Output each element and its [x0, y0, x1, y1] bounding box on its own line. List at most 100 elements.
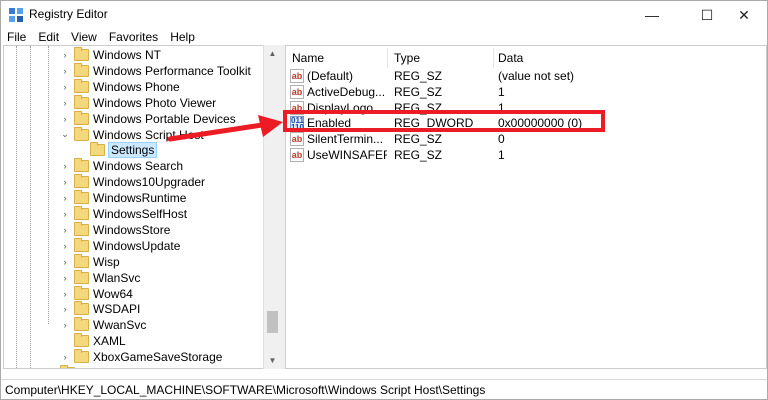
- tree-item[interactable]: › Windows10Upgrader: [60, 174, 205, 190]
- registry-editor-window: Registry Editor — ☐ ✕ File Edit View Fav…: [0, 0, 768, 400]
- tree-item[interactable]: › WindowsUpdate: [60, 237, 181, 254]
- close-button[interactable]: ✕: [721, 1, 767, 29]
- minimize-button[interactable]: —: [629, 1, 675, 29]
- tree-expand-icon[interactable]: ›: [60, 270, 70, 286]
- column-header-type[interactable]: Type: [394, 50, 420, 66]
- value-name: ActiveDebug...: [307, 84, 386, 99]
- tree-expand-icon[interactable]: ›: [60, 63, 70, 79]
- tree-expand-icon[interactable]: ›: [60, 349, 70, 365]
- title-bar[interactable]: Registry Editor — ☐ ✕: [1, 1, 767, 29]
- value-type: REG_SZ: [394, 148, 443, 162]
- tree-expand-icon[interactable]: ›: [60, 158, 70, 174]
- tree-item[interactable]: › WindowsRuntime: [60, 190, 186, 206]
- folder-icon: [74, 349, 89, 364]
- folder-icon: [74, 237, 89, 252]
- value-type: REG_SZ: [394, 84, 443, 99]
- registry-editor-icon: [9, 8, 23, 22]
- value-row[interactable]: ab SilentTermin... REG_SZ 0: [286, 131, 766, 147]
- tree-item[interactable]: › WindowsStore: [60, 221, 171, 238]
- tree-expand-icon[interactable]: ⌄: [60, 127, 70, 143]
- tree-expand-icon[interactable]: ›: [60, 286, 70, 302]
- tree-expand-icon[interactable]: ›: [60, 238, 70, 254]
- folder-icon: [74, 94, 89, 109]
- tree-expand-icon[interactable]: ›: [60, 301, 70, 317]
- tree-scrollbar[interactable]: ▲ ▼: [263, 45, 280, 369]
- folder-icon: [74, 269, 89, 284]
- tree-item-label: Motorola Mobility: [79, 366, 170, 368]
- tree-item[interactable]: XAML: [60, 333, 126, 349]
- tree-expand-icon[interactable]: ›: [60, 111, 70, 127]
- values-list[interactable]: Name Type Data ab (Default) REG_SZ (value n…: [285, 45, 767, 369]
- tree-item[interactable]: › WindowsSelfHost: [60, 206, 187, 222]
- folder-icon: [90, 142, 105, 157]
- tree-expand-icon[interactable]: [76, 142, 86, 158]
- folder-icon: [74, 47, 89, 61]
- tree-item-label: Windows Search: [93, 159, 184, 174]
- folder-icon: [74, 253, 89, 268]
- tree-item-label: Windows Photo Viewer: [93, 95, 217, 110]
- folder-icon: [74, 317, 89, 332]
- tree-expand-icon[interactable]: ›: [60, 254, 70, 270]
- tree-item[interactable]: › Windows Search: [60, 158, 183, 174]
- annotation-highlight-box: [283, 110, 605, 132]
- tree-item[interactable]: › Windows Photo Viewer: [60, 94, 217, 111]
- value-row[interactable]: ab UseWINSAFER REG_SZ 1: [286, 147, 766, 163]
- tree-item[interactable]: › XboxGameSaveStorage: [60, 349, 222, 365]
- tree-item[interactable]: › Windows Phone: [60, 78, 180, 95]
- tree-item[interactable]: › Wisp: [60, 253, 120, 270]
- tree-item[interactable]: › Motorola Mobility: [46, 365, 170, 368]
- value-name: (Default): [307, 69, 354, 83]
- value-row[interactable]: ab ActiveDebug... REG_SZ 1: [286, 84, 766, 100]
- tree-expand-icon[interactable]: ›: [46, 365, 56, 368]
- folder-icon: [74, 174, 89, 189]
- column-divider[interactable]: [387, 48, 388, 68]
- tree-item-label: WindowsUpdate: [93, 238, 181, 253]
- folder-icon: [74, 62, 89, 77]
- folder-icon: [74, 110, 89, 125]
- folder-icon: [74, 206, 89, 220]
- tree-item-label: WindowsStore: [93, 222, 171, 237]
- value-data: 1: [498, 84, 505, 99]
- tree-expand-icon[interactable]: [60, 333, 70, 349]
- value-data: 1: [498, 148, 505, 162]
- tree-item[interactable]: › WSDAPI: [60, 301, 140, 317]
- folder-icon: [74, 333, 89, 348]
- tree-expand-icon[interactable]: ›: [60, 190, 70, 206]
- tree-expand-icon[interactable]: ›: [60, 206, 70, 222]
- column-divider[interactable]: [493, 48, 494, 68]
- tree-item[interactable]: › Wow64: [60, 285, 133, 302]
- scroll-up-icon[interactable]: ▲: [264, 45, 281, 62]
- folder-icon: [60, 365, 75, 368]
- tree-item[interactable]: › WlanSvc: [60, 269, 140, 286]
- tree-item[interactable]: › WwanSvc: [60, 317, 146, 333]
- tree-item[interactable]: › Windows Performance Toolkit: [60, 62, 251, 79]
- value-name: UseWINSAFER: [307, 148, 387, 162]
- value-name: SilentTermin...: [307, 132, 384, 147]
- value-type: REG_SZ: [394, 132, 443, 147]
- tree-expand-icon[interactable]: ›: [60, 317, 70, 333]
- scroll-thumb[interactable]: [267, 311, 278, 334]
- folder-icon: [74, 126, 89, 141]
- tree-item-label: Windows NT: [93, 48, 162, 62]
- tree-item-label: WindowsRuntime: [93, 191, 187, 206]
- tree-expand-icon[interactable]: ›: [60, 174, 70, 190]
- column-header-name[interactable]: Name: [292, 50, 324, 66]
- tree-expand-icon[interactable]: ›: [60, 222, 70, 238]
- tree-item-label: WSDAPI: [93, 302, 141, 317]
- tree-expand-icon[interactable]: ›: [60, 79, 70, 95]
- tree-expand-icon[interactable]: ›: [60, 95, 70, 111]
- folder-icon: [74, 78, 89, 93]
- tree-expand-icon[interactable]: ›: [60, 47, 70, 63]
- scroll-down-icon[interactable]: ▼: [264, 352, 281, 369]
- folder-icon: [74, 285, 89, 300]
- tree-item[interactable]: Settings: [76, 142, 158, 159]
- tree-item-label: Windows10Upgrader: [93, 175, 206, 190]
- value-row[interactable]: ab (Default) REG_SZ (value not set): [286, 68, 766, 84]
- tree-item[interactable]: › Windows NT: [60, 47, 161, 63]
- key-tree[interactable]: › Windows NT › Windows Performance Toolkit ›…: [3, 45, 280, 369]
- folder-icon: [74, 158, 89, 173]
- annotation-arrow-icon: [167, 115, 283, 142]
- tree-item-label: Windows Performance Toolkit: [93, 63, 251, 78]
- value-type: REG_SZ: [394, 69, 443, 83]
- column-header-data[interactable]: Data: [498, 50, 523, 66]
